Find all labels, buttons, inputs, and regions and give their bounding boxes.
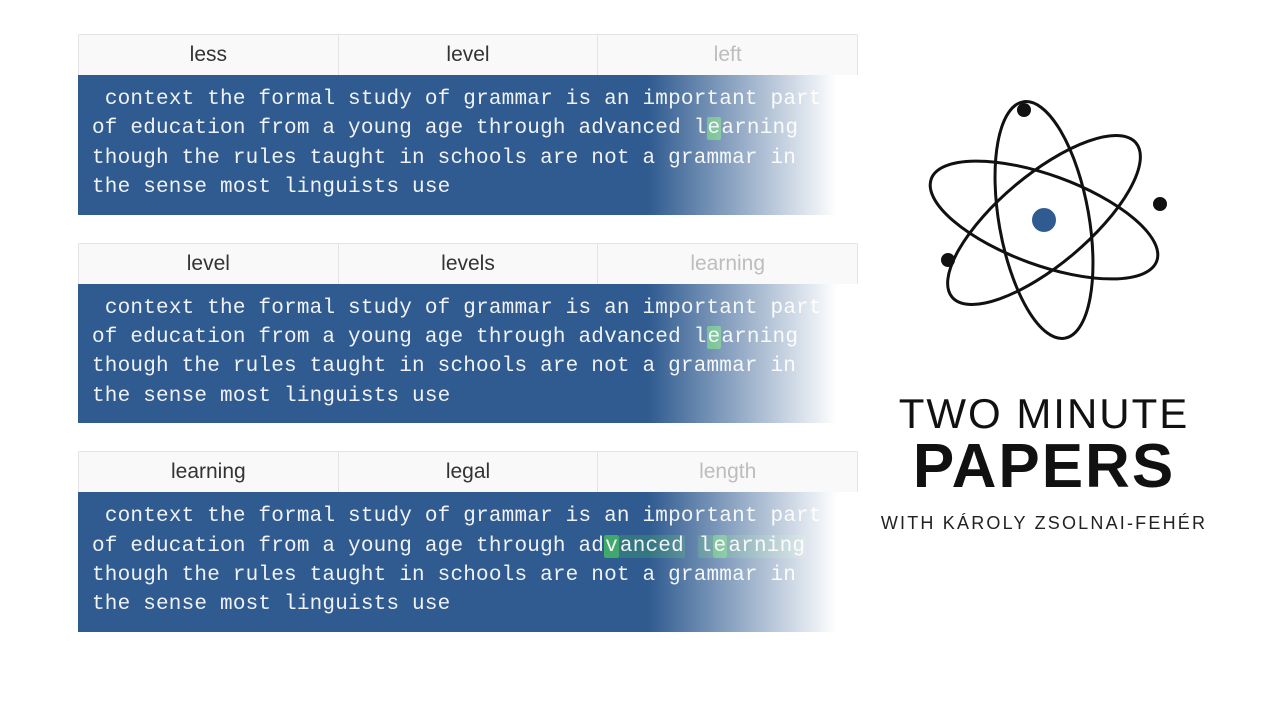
suggestion-cell[interactable]: learning (79, 452, 339, 492)
text-panel: context the formal study of grammar is a… (78, 75, 858, 215)
suggestion-row: levellevelslearning (78, 243, 858, 284)
prediction-block: lesslevelleft context the formal study o… (78, 34, 858, 215)
suggestion-cell[interactable]: length (598, 452, 857, 492)
brand-subtitle: WITH KÁROLY ZSOLNAI-FEHÉR (864, 513, 1224, 534)
stage: lesslevelleft context the formal study o… (0, 0, 1280, 720)
suggestion-cell[interactable]: level (339, 35, 599, 75)
brand-title: TWO MINUTE PAPERS (864, 390, 1224, 497)
suggestion-row: lesslevelleft (78, 34, 858, 75)
suggestion-cell[interactable]: less (79, 35, 339, 75)
suggestion-cell[interactable]: levels (339, 244, 599, 284)
brand-panel: TWO MINUTE PAPERS WITH KÁROLY ZSOLNAI-FE… (864, 80, 1224, 534)
atom-icon (904, 80, 1184, 360)
suggestion-cell[interactable]: legal (339, 452, 599, 492)
suggestion-row: learninglegallength (78, 451, 858, 492)
brand-title-line1: TWO MINUTE (864, 390, 1224, 438)
prediction-block: levellevelslearning context the formal s… (78, 243, 858, 424)
prediction-block: learninglegallength context the formal s… (78, 451, 858, 632)
text-panel: context the formal study of grammar is a… (78, 492, 858, 632)
brand-title-line2: PAPERS (864, 438, 1224, 497)
suggestion-cell[interactable]: learning (598, 244, 857, 284)
suggestion-cell[interactable]: level (79, 244, 339, 284)
left-column: lesslevelleft context the formal study o… (78, 34, 858, 660)
suggestion-cell[interactable]: left (598, 35, 857, 75)
text-panel: context the formal study of grammar is a… (78, 284, 858, 424)
